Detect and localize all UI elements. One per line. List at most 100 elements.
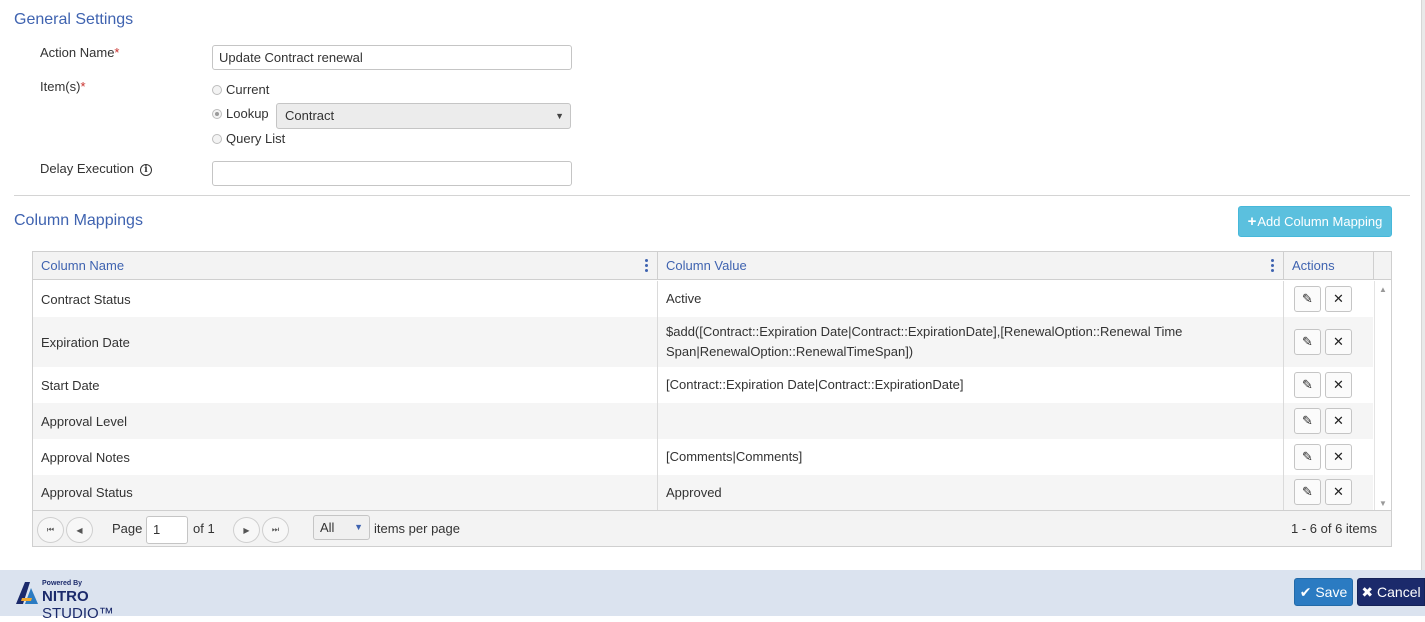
page-scrollbar[interactable] [1421,0,1425,570]
table-row[interactable]: Approval Level ✎ ✕ [33,403,1373,439]
brand-bold: NITRO [42,588,89,605]
cancel-label: Cancel [1377,584,1421,600]
radio-button[interactable] [212,108,222,119]
pencil-icon: ✎ [1302,413,1313,428]
close-icon: ✕ [1333,449,1344,464]
close-icon: ✕ [1333,413,1344,428]
nitro-studio-logo: Powered By NITRO STUDIO™ [14,578,164,622]
pencil-icon: ✎ [1302,449,1313,464]
edit-button[interactable]: ✎ [1294,372,1321,398]
pager-summary: 1 - 6 of 6 items [1291,521,1377,536]
cell-column-name: Start Date [41,377,100,393]
close-icon: ✖ [1361,584,1374,600]
delete-button[interactable]: ✕ [1325,408,1352,434]
required-marker: * [114,45,120,60]
radio-query-list-label: Query List [226,131,286,146]
radio-current[interactable]: Current [212,82,269,97]
column-header-value[interactable]: Column Value [658,252,747,280]
scroll-down-icon[interactable]: ▼ [1379,499,1387,508]
info-icon[interactable]: i [139,163,152,176]
chevron-down-icon: ▼ [354,522,363,532]
action-name-label-text: Action Name [40,45,115,60]
cancel-button[interactable]: ✖ Cancel [1357,578,1425,606]
column-header-actions: Actions [1292,258,1335,273]
prev-page-button[interactable]: ◀ [66,517,93,543]
close-icon: ✕ [1333,334,1344,349]
column-divider [1283,403,1284,439]
save-label: Save [1315,584,1348,600]
first-page-icon: ⏮ [46,525,55,534]
column-mappings-title: Column Mappings [14,212,143,229]
first-page-button[interactable]: ⏮ [37,517,64,543]
cell-column-value [658,403,1284,439]
column-divider [1283,367,1284,403]
next-page-icon: ▶ [243,525,250,535]
page-count-label: of 1 [193,521,215,536]
edit-button[interactable]: ✎ [1294,286,1321,312]
pencil-icon: ✎ [1302,377,1313,392]
items-label: Item(s)* [40,79,86,94]
table-row[interactable]: Start Date [Contract::Expiration Date|Co… [33,367,1373,403]
scroll-up-icon[interactable]: ▲ [1379,285,1387,294]
cell-column-value: [Contract::Expiration Date|Contract::Exp… [666,377,964,392]
page-number-input[interactable]: 1 [146,516,188,544]
page-size-value: All [320,520,335,535]
radio-button[interactable] [212,84,222,95]
grid-scrollbar[interactable]: ▲ ▼ [1374,281,1391,510]
plus-icon: + [1247,213,1257,230]
radio-lookup[interactable]: Lookup [212,106,269,121]
close-icon: ✕ [1333,377,1344,392]
column-divider [1283,439,1284,475]
lookup-select[interactable]: Contract ▼ [276,103,571,129]
grid-pager: ⏮ ◀ Page 1 of 1 ▶ ⏭ All ▼ items per page… [33,510,1391,546]
last-page-icon: ⏭ [271,525,280,534]
table-row[interactable]: Approval Notes [Comments|Comments] ✎ ✕ [33,439,1373,475]
column-divider [1283,281,1284,317]
prev-page-icon: ◀ [76,525,83,535]
column-menu-icon[interactable] [645,259,649,273]
delete-button[interactable]: ✕ [1325,479,1352,505]
pencil-icon: ✎ [1302,484,1313,499]
column-divider [1283,475,1284,510]
delete-button[interactable]: ✕ [1325,329,1352,355]
items-label-text: Item(s) [40,79,81,94]
edit-button[interactable]: ✎ [1294,408,1321,434]
edit-button[interactable]: ✎ [1294,444,1321,470]
pencil-icon: ✎ [1302,291,1313,306]
cell-column-name: Approval Level [41,413,127,429]
delete-button[interactable]: ✕ [1325,444,1352,470]
nitro-logo-icon [16,582,38,604]
column-divider [1373,252,1374,280]
last-page-button[interactable]: ⏭ [262,517,289,543]
edit-button[interactable]: ✎ [1294,329,1321,355]
cell-column-value: $add([Contract::Expiration Date|Contract… [666,324,1183,359]
close-icon: ✕ [1333,484,1344,499]
column-mappings-grid: Column Name Column Value Actions Contrac… [32,251,1392,547]
action-name-input[interactable]: Update Contract renewal [212,45,572,70]
table-row[interactable]: Contract Status Active ✎ ✕ [33,281,1373,317]
delay-execution-label-text: Delay Execution [40,161,134,176]
delete-button[interactable]: ✕ [1325,286,1352,312]
page-size-select[interactable]: All ▼ [313,515,370,540]
table-row[interactable]: Expiration Date $add([Contract::Expirati… [33,317,1373,367]
column-header-name[interactable]: Column Name [33,252,124,280]
cell-column-name: Contract Status [41,291,131,307]
next-page-button[interactable]: ▶ [233,517,260,543]
radio-button[interactable] [212,133,222,144]
required-marker: * [80,79,86,94]
page-label: Page [112,521,143,536]
table-row[interactable]: Approval Status Approved ✎ ✕ [33,475,1373,510]
delay-execution-input[interactable] [212,161,572,186]
add-column-mapping-button[interactable]: +Add Column Mapping [1238,206,1392,237]
cell-column-name: Expiration Date [41,334,130,350]
general-settings-title: General Settings [14,11,134,28]
radio-query-list[interactable]: Query List [212,131,285,146]
delete-button[interactable]: ✕ [1325,372,1352,398]
save-button[interactable]: ✔ Save [1294,578,1353,606]
cell-column-value: Active [666,291,702,306]
edit-button[interactable]: ✎ [1294,479,1321,505]
section-divider [14,195,1410,196]
cell-column-name: Approval Status [41,485,133,500]
items-per-page-label: items per page [374,521,460,536]
column-menu-icon[interactable] [1271,259,1275,273]
